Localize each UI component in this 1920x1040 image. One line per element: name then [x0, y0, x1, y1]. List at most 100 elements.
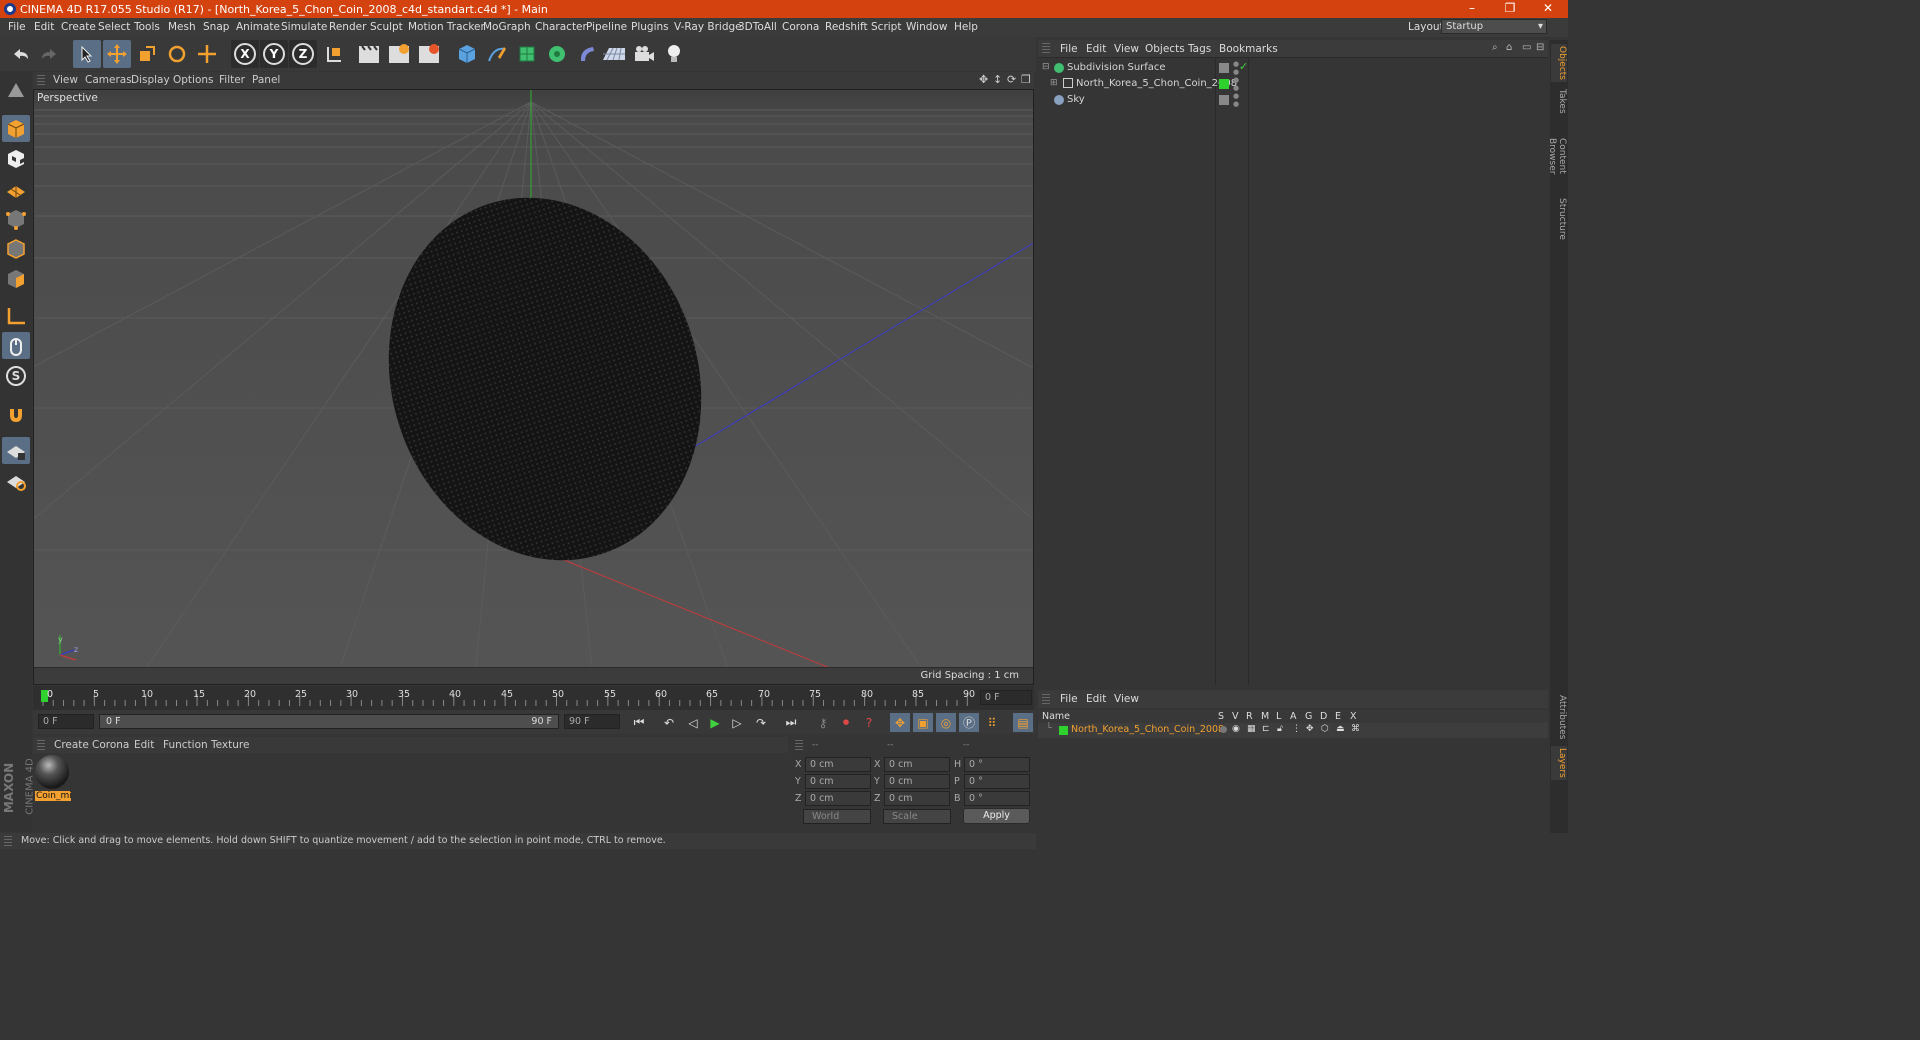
menu-create[interactable]: Create: [61, 21, 96, 33]
enabled-check-icon[interactable]: ✓: [1239, 60, 1248, 73]
solo-mode-button[interactable]: S: [2, 362, 30, 389]
world-mode-select[interactable]: World: [803, 809, 871, 824]
layer-menu-file[interactable]: File: [1060, 693, 1078, 705]
material-menu-edit[interactable]: Edit: [134, 739, 154, 751]
menu-corona[interactable]: Corona: [782, 21, 819, 33]
camera-object-button[interactable]: [630, 40, 658, 68]
rot-b-field[interactable]: 0 °: [964, 791, 1030, 806]
menu-vray-bridge[interactable]: V-Ray Bridge: [674, 21, 742, 33]
go-to-start-button[interactable]: ⏮: [629, 713, 649, 732]
size-y-field[interactable]: 0 cm: [884, 774, 950, 789]
polygons-mode-button[interactable]: [2, 265, 30, 292]
menu-sculpt[interactable]: Sculpt: [370, 21, 403, 33]
tab-objects[interactable]: Objects: [1551, 44, 1567, 82]
select-tool-button[interactable]: [73, 40, 101, 68]
material-swatch[interactable]: Coin_mi: [35, 755, 71, 803]
enable-axis-button[interactable]: [2, 437, 30, 464]
close-icon[interactable]: ✕: [1538, 1, 1558, 17]
viewport-zoom-icon[interactable]: ↕: [993, 73, 1002, 86]
layout-select[interactable]: Startup ▾: [1441, 19, 1547, 34]
object-row-subdivision[interactable]: ⊟ Subdivision Surface ● ● ✓: [1038, 60, 1548, 76]
points-mode-button[interactable]: [2, 205, 30, 232]
workplane-mode-button[interactable]: [2, 175, 30, 202]
coordinate-system-button[interactable]: [320, 40, 348, 68]
animation-icon[interactable]: ⋮: [1292, 724, 1301, 734]
x-axis-lock-button[interactable]: X: [231, 40, 259, 68]
key-position-button[interactable]: ✥: [890, 713, 910, 732]
timeline-ruler[interactable]: 0 5 10 15 20 25 30 35 40 45 50 55 60 65 …: [33, 686, 1034, 710]
lock-icon[interactable]: 🔓︎: [1277, 724, 1283, 734]
menu-redshift[interactable]: Redshift: [825, 21, 868, 33]
record-active-button[interactable]: ⚷: [813, 713, 833, 732]
cube-object-button[interactable]: [453, 40, 481, 68]
render-settings-button[interactable]: [415, 40, 443, 68]
key-pla-button[interactable]: ⠿: [982, 713, 1002, 732]
scale-tool-button[interactable]: [133, 40, 161, 68]
menu-render[interactable]: Render: [329, 21, 366, 33]
viewport-menu-options[interactable]: Options: [173, 74, 214, 86]
key-scale-button[interactable]: ▣: [913, 713, 933, 732]
menu-edit[interactable]: Edit: [34, 21, 54, 33]
play-button[interactable]: ▶: [705, 713, 725, 732]
move-tool-button[interactable]: [103, 40, 131, 68]
z-axis-lock-button[interactable]: Z: [289, 40, 317, 68]
pen-spline-button[interactable]: [483, 40, 511, 68]
size-x-field[interactable]: 0 cm: [884, 757, 950, 772]
pos-z-field[interactable]: 0 cm: [805, 791, 871, 806]
restore-icon[interactable]: ❐: [1500, 1, 1520, 17]
menu-mesh[interactable]: Mesh: [168, 21, 196, 33]
solo-toggle-icon[interactable]: [1220, 726, 1227, 733]
render-clapper-icon[interactable]: ▦: [1247, 724, 1256, 734]
undo-button[interactable]: [6, 40, 34, 68]
pos-x-field[interactable]: 0 cm: [805, 757, 871, 772]
object-row-sky[interactable]: Sky ● ●: [1038, 92, 1548, 108]
viewport-menu-filter[interactable]: Filter: [219, 74, 245, 86]
viewport-menu-panel[interactable]: Panel: [252, 74, 280, 86]
previous-frame-button[interactable]: ◁: [683, 713, 703, 732]
menu-mograph[interactable]: MoGraph: [483, 21, 531, 33]
tab-layers[interactable]: Layers: [1551, 746, 1567, 780]
snapping-button[interactable]: [2, 400, 30, 427]
current-frame-field[interactable]: 0 F: [980, 690, 1032, 705]
rotate-tool-button[interactable]: [163, 40, 191, 68]
menu-script[interactable]: Script: [871, 21, 901, 33]
subdivision-surface-button[interactable]: [513, 40, 541, 68]
viewport-menu-display[interactable]: Display: [131, 74, 170, 86]
rot-p-field[interactable]: 0 °: [964, 774, 1030, 789]
render-view-button[interactable]: [355, 40, 383, 68]
keyframe-selection-button[interactable]: ?: [859, 713, 879, 732]
go-to-end-button[interactable]: ⏭: [781, 713, 801, 732]
rot-h-field[interactable]: 0 °: [964, 757, 1030, 772]
expand-icon[interactable]: ⊟: [1536, 42, 1544, 53]
object-menu-bookmarks[interactable]: Bookmarks: [1219, 43, 1278, 55]
menu-plugins[interactable]: Plugins: [631, 21, 669, 33]
tab-takes[interactable]: Takes: [1551, 86, 1567, 116]
floor-environment-button[interactable]: [600, 40, 628, 68]
collapse-icon[interactable]: ⊟: [1042, 62, 1050, 72]
viewport-pan-icon[interactable]: ✥: [979, 73, 988, 86]
model-mode-button[interactable]: [2, 115, 30, 142]
layer-row[interactable]: └ North_Korea_5_Chon_Coin_2008 ◉ ▦ ⊏ 🔓︎ …: [1038, 723, 1548, 738]
redo-button[interactable]: [36, 40, 64, 68]
light-object-button[interactable]: [660, 40, 688, 68]
workplane-lock-button[interactable]: [2, 467, 30, 494]
generators-icon[interactable]: ✥: [1306, 724, 1314, 734]
start-frame-field[interactable]: 0 F: [38, 714, 94, 729]
menu-animate[interactable]: Animate: [236, 21, 280, 33]
menu-character[interactable]: Character: [535, 21, 587, 33]
edges-mode-button[interactable]: [2, 235, 30, 262]
next-frame-button[interactable]: ▷: [727, 713, 747, 732]
minimize-icon[interactable]: –: [1462, 1, 1482, 17]
menu-pipeline[interactable]: Pipeline: [586, 21, 627, 33]
menu-3dtoall[interactable]: 3DToAll: [738, 21, 777, 33]
object-menu-edit[interactable]: Edit: [1086, 43, 1106, 55]
previous-key-button[interactable]: ↶: [659, 713, 679, 732]
menu-select[interactable]: Select: [98, 21, 130, 33]
menu-simulate[interactable]: Simulate: [281, 21, 327, 33]
menu-help[interactable]: Help: [954, 21, 978, 33]
xrefs-icon[interactable]: ⌘: [1351, 724, 1360, 734]
layer-menu-view[interactable]: View: [1114, 693, 1139, 705]
viewport-rotate-icon[interactable]: ⟳: [1007, 73, 1016, 86]
material-menu-create[interactable]: Create: [54, 739, 89, 751]
new-view-icon[interactable]: ▭: [1522, 42, 1531, 53]
